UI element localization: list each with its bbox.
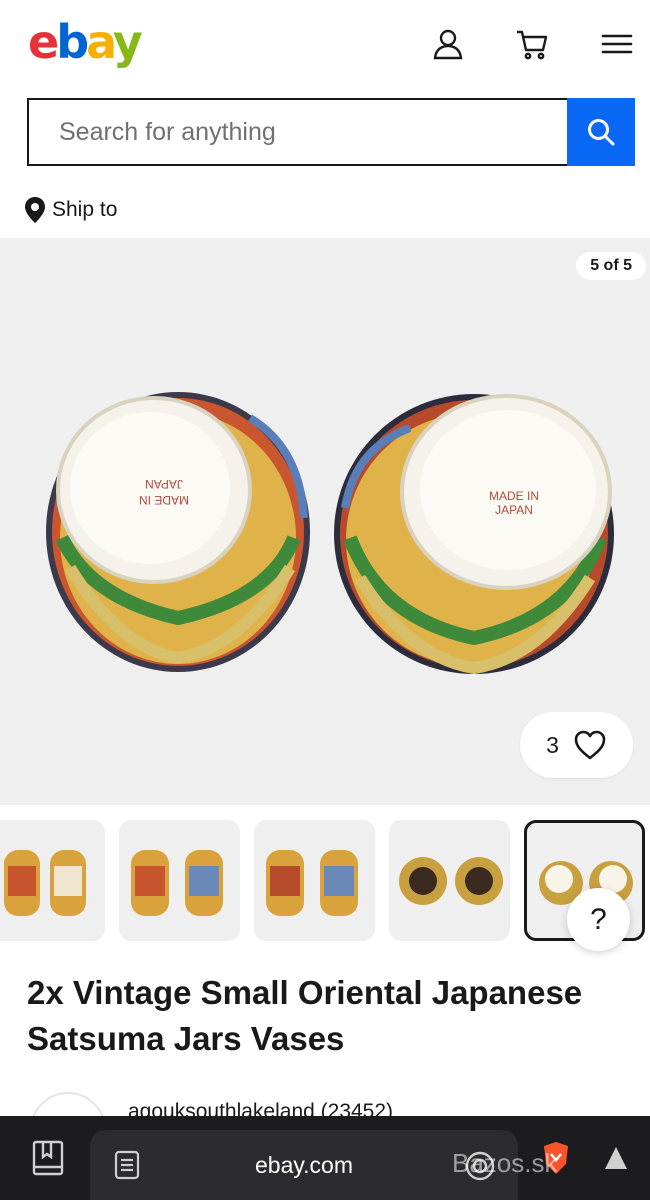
svg-text:MADE IN: MADE IN xyxy=(489,489,539,503)
account-icon[interactable] xyxy=(428,24,468,64)
menu-icon[interactable] xyxy=(597,24,637,64)
svg-text:JAPAN: JAPAN xyxy=(495,503,533,517)
thumbnail-3[interactable] xyxy=(254,820,375,941)
watermark: Bazos.sk xyxy=(452,1148,558,1178)
thumbnail-2[interactable] xyxy=(119,820,240,941)
thumbnail-1[interactable] xyxy=(0,820,105,941)
location-pin-icon xyxy=(25,197,45,223)
bookmarks-icon[interactable] xyxy=(28,1116,68,1200)
search-button[interactable] xyxy=(567,98,635,166)
site-header: ebay xyxy=(0,0,650,90)
svg-text:MADE IN: MADE IN xyxy=(139,493,189,507)
help-button[interactable]: ? xyxy=(567,888,630,951)
svg-text:JAPAN: JAPAN xyxy=(145,477,183,491)
listing-title: 2x Vintage Small Oriental Japanese Satsu… xyxy=(27,974,583,1057)
ebay-logo[interactable]: ebay xyxy=(28,14,143,70)
product-image-gallery[interactable]: MADE IN JAPAN MADE IN JAPAN 5 of 5 3 xyxy=(0,238,650,805)
search-icon xyxy=(588,119,615,146)
search-bar xyxy=(27,98,635,166)
share-icon[interactable] xyxy=(598,1116,634,1200)
cart-icon[interactable] xyxy=(512,24,552,64)
heart-icon xyxy=(574,730,606,760)
ship-to-link[interactable]: Ship to xyxy=(24,196,117,224)
watchers-count: 3 xyxy=(546,731,559,758)
thumbnail-4[interactable] xyxy=(389,820,510,941)
ship-to-label: Ship to xyxy=(52,198,118,221)
watch-button[interactable]: 3 xyxy=(520,712,633,778)
help-label: ? xyxy=(590,902,607,936)
seller-info[interactable]: agouksouthlakeland (23452) xyxy=(0,1088,650,1118)
thumbnail-strip xyxy=(0,820,650,942)
seller-avatar xyxy=(30,1092,106,1118)
search-input[interactable] xyxy=(27,98,567,166)
image-counter: 5 of 5 xyxy=(576,252,646,280)
